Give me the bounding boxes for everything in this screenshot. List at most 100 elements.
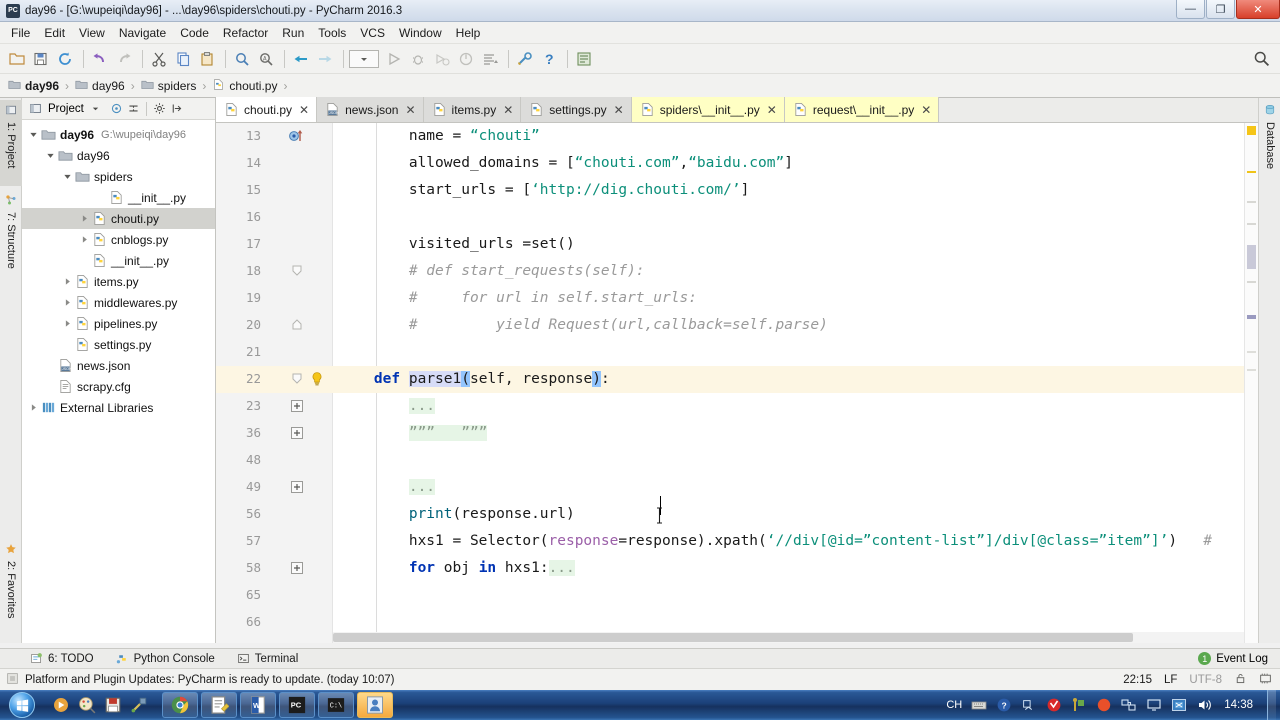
debug-icon[interactable] [407,48,429,70]
taskbar-clock[interactable]: 14:38 [1224,699,1253,711]
close-icon[interactable]: ✕ [614,103,624,117]
tool-green-icon[interactable] [1070,697,1087,714]
tree-item[interactable]: spiders [22,166,215,187]
code-line[interactable] [333,447,1258,474]
menu-run[interactable]: Run [275,24,311,42]
taskbar-active-app-icon[interactable] [357,692,393,718]
sidebar-item-project[interactable]: 1: Project [0,100,22,186]
code-line[interactable]: print(response.url) [333,501,1258,528]
search-everywhere-icon[interactable] [1253,50,1270,70]
fold-start-icon[interactable] [288,316,306,334]
run-coverage-icon[interactable] [431,48,453,70]
error-stripe-icon[interactable] [1247,126,1256,135]
gutter-line[interactable]: 15 [216,177,333,204]
editor-tab[interactable]: settings.py ✕ [521,97,632,122]
intention-bulb-icon[interactable] [309,371,325,390]
minimize-button[interactable]: — [1176,0,1205,19]
tree-item[interactable]: __init__.py [22,250,215,271]
menu-vcs[interactable]: VCS [353,24,392,42]
code-line[interactable]: # for url in self.start_urls: [333,285,1258,312]
breadcrumb-item-day96[interactable]: day96 [75,78,125,94]
gutter-line[interactable]: 16 [216,204,333,231]
code-line[interactable]: name = “chouti” [333,123,1258,150]
menu-window[interactable]: Window [392,24,449,42]
gutter-line[interactable]: 13 [216,123,333,150]
maximize-button[interactable]: ❐ [1206,0,1235,19]
close-icon[interactable]: ✕ [767,103,777,117]
record-red-icon[interactable] [1095,697,1112,714]
close-icon[interactable]: ✕ [299,103,309,117]
copy-icon[interactable] [172,48,194,70]
bottom-item-python-console[interactable]: Python Console [116,652,215,665]
editor-code-area[interactable]: name = “chouti” allowed_domains = [“chou… [333,123,1258,643]
editor-tab[interactable]: items.py ✕ [423,97,522,122]
cut-icon[interactable] [148,48,170,70]
scrollbar-thumb[interactable] [333,633,1133,642]
gutter-line[interactable]: 57 [216,528,333,555]
sync-refresh-icon[interactable] [54,48,76,70]
breadcrumb-item-file[interactable]: chouti.py [212,78,277,94]
code-line[interactable]: hxs1 = Selector(response=response).xpath… [333,528,1258,555]
close-icon[interactable]: ✕ [503,103,513,117]
status-message[interactable]: Platform and Plugin Updates: PyCharm is … [25,674,394,686]
fold-end-icon[interactable] [288,262,306,280]
gutter-line[interactable]: 65 [216,582,333,609]
keyboard-icon[interactable] [970,697,987,714]
python-console-icon[interactable] [573,48,595,70]
volume-icon[interactable] [1195,697,1212,714]
sidebar-item-structure[interactable]: 7: Structure [0,190,22,286]
editor-tab[interactable]: chouti.py ✕ [216,97,318,122]
gutter-line[interactable]: 19 [216,285,333,312]
sidebar-item-favorites[interactable]: 2: Favorites [0,539,22,639]
replace-icon[interactable]: A [255,48,277,70]
gutter-line[interactable]: 58 [216,555,333,582]
fold-plus-icon[interactable] [288,559,306,577]
editor-tab[interactable]: JSON news.json ✕ [317,97,424,122]
gutter-line[interactable]: 20 [216,312,333,339]
chevron-right-icon[interactable] [60,298,74,307]
code-line[interactable]: for obj in hxs1:... [333,555,1258,582]
editor-tab[interactable]: request\__init__.py ✕ [784,97,940,122]
gutter-line[interactable]: 56 [216,501,333,528]
paste-icon[interactable] [196,48,218,70]
bottom-item-terminal[interactable]: Terminal [237,652,298,665]
gutter-line[interactable]: 22 [216,366,333,393]
gutter-line[interactable]: 48 [216,447,333,474]
menu-view[interactable]: View [72,24,112,42]
menu-tools[interactable]: Tools [311,24,353,42]
code-line[interactable]: ... [333,474,1258,501]
ime-indicator[interactable]: CH [946,699,962,711]
taskbar-pycharm-icon[interactable]: PC [279,692,315,718]
gutter-line[interactable]: 17 [216,231,333,258]
gutter-line[interactable]: 36 [216,420,333,447]
tree-item[interactable]: JSON news.json [22,355,215,376]
chevron-right-icon[interactable] [77,235,91,244]
undo-icon[interactable] [89,48,111,70]
redo-icon[interactable] [113,48,135,70]
chevron-down-icon[interactable] [87,100,104,117]
display-icon[interactable] [1145,697,1162,714]
gear-icon[interactable] [151,100,168,117]
chevron-right-icon[interactable] [26,403,40,412]
menu-refactor[interactable]: Refactor [216,24,275,42]
gutter-line[interactable]: 66 [216,609,333,636]
tree-item[interactable]: scrapy.cfg [22,376,215,397]
caret-position[interactable]: 22:15 [1123,674,1152,686]
sync-icon[interactable] [1170,697,1187,714]
tree-item[interactable]: day96 [22,145,215,166]
editor-gutter[interactable]: 13 14 15 16 17 18 19 20 21 22 23 36 48 49 56 57 58 65 66 [216,123,333,643]
back-arrow-icon[interactable] [290,48,312,70]
save-icon[interactable] [102,693,124,717]
chevron-right-icon[interactable] [60,277,74,286]
gutter-line[interactable]: 14 [216,150,333,177]
fold-end-icon[interactable] [288,370,306,388]
gutter-line[interactable]: 18 [216,258,333,285]
gutter-line[interactable]: 21 [216,339,333,366]
code-line[interactable]: # def start_requests(self): [333,258,1258,285]
editor-tab[interactable]: spiders\__init__.py ✕ [631,97,785,122]
tree-item[interactable]: middlewares.py [22,292,215,313]
close-icon[interactable]: ✕ [921,103,931,117]
collapse-all-icon[interactable] [125,100,142,117]
tree-item[interactable]: settings.py [22,334,215,355]
code-line[interactable]: allowed_domains = [“chouti.com”,“baidu.c… [333,150,1258,177]
